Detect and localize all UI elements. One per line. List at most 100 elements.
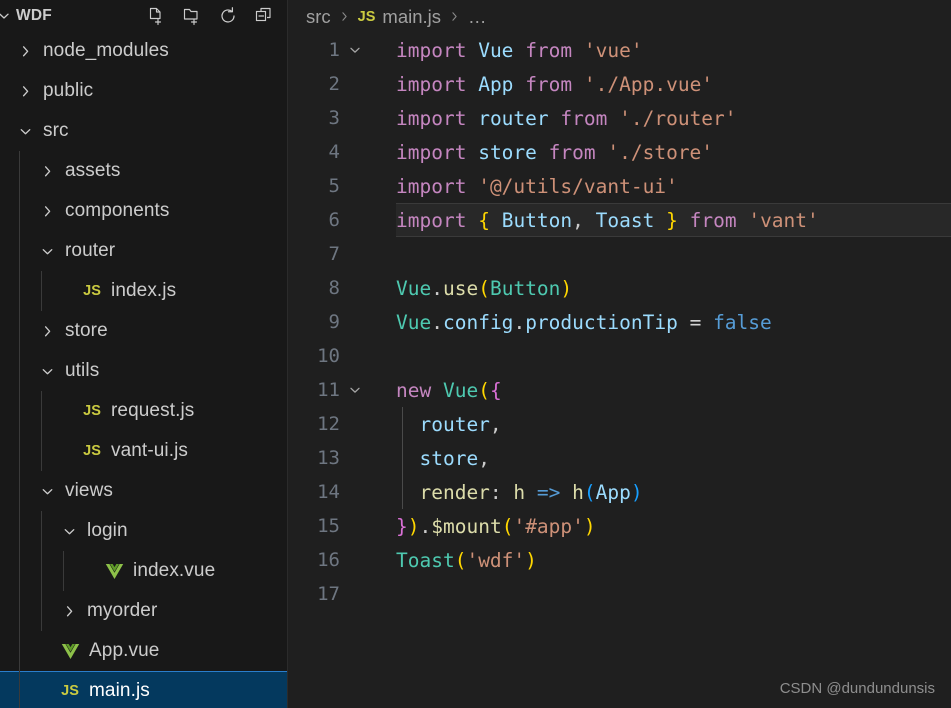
code-token: './router' [619,106,737,130]
tree-item[interactable]: index.vue [0,551,287,591]
tree-item[interactable]: components [0,191,287,231]
code-token: 'vue' [583,38,643,62]
code-token: { [478,208,490,232]
tree-item-label: login [87,520,128,541]
fold-chevron-down-icon[interactable] [340,42,370,58]
fold-chevron-down-icon[interactable] [340,382,370,398]
code-line[interactable]: 17 [288,577,951,611]
code-token: h [513,480,526,504]
code-text: import Vue from 'vue' [370,39,643,62]
tree-item[interactable]: myorder [0,591,287,631]
tree-item-label: assets [65,160,121,181]
code-token: '#app' [513,514,584,538]
code-line[interactable]: 10 [288,339,951,373]
line-number: 17 [317,583,340,605]
chevron-right-icon[interactable] [14,40,36,62]
tree-item[interactable]: assets [0,151,287,191]
new-folder-icon[interactable] [181,5,203,27]
code-token: Button [489,276,561,300]
chevron-right-icon[interactable] [36,200,58,222]
tree-item[interactable]: JS vant-ui.js [0,431,287,471]
code-editor[interactable]: 1 import Vue from 'vue' 2 import App from '… [288,33,951,611]
code-token: router [478,106,549,130]
code-line[interactable]: 16 Toast('wdf') [288,543,951,577]
chevron-right-icon[interactable] [36,320,58,342]
code-token: Toast [595,208,655,232]
tree-item[interactable]: App.vue [0,631,287,671]
code-line[interactable]: 6 import { Button, Toast } from 'vant' [288,203,951,237]
chevron-down-icon[interactable] [36,240,58,262]
code-line[interactable]: 11 new Vue({ [288,373,951,407]
code-line[interactable]: 5 import '@/utils/vant-ui' [288,169,951,203]
vscode-window: WDF node_modules public src assets compo… [0,0,951,708]
breadcrumb[interactable]: src JS main.js… [288,0,951,33]
line-number: 13 [317,447,340,469]
line-number: 6 [328,209,340,231]
chevron-down-icon[interactable] [36,480,58,502]
code-token: import [396,208,467,232]
code-line[interactable]: 3 import router from './router' [288,101,951,135]
tree-item-label: utils [65,360,100,381]
code-token: ( [454,548,467,572]
code-line[interactable]: 8 Vue.use(Button) [288,271,951,305]
chevron-down-icon[interactable] [14,120,36,142]
code-line[interactable]: 14 render: h => h(App) [288,475,951,509]
chevron-right-icon[interactable] [14,80,36,102]
tree-item[interactable]: JS index.js [0,271,287,311]
code-line[interactable]: 9 Vue.config.productionTip = false [288,305,951,339]
js-file-icon: JS [83,403,101,419]
breadcrumb-separator-icon [338,9,351,24]
js-file-icon: JS [83,283,101,299]
chevron-down-icon[interactable] [36,360,58,382]
chevron-down-icon[interactable] [0,8,12,24]
breadcrumb-item[interactable]: src [306,6,331,28]
code-line[interactable]: 13 store, [288,441,951,475]
tree-item[interactable]: node_modules [0,31,287,71]
code-line[interactable]: 2 import App from './App.vue' [288,67,951,101]
line-number: 12 [317,413,340,435]
chevron-down-icon[interactable] [58,520,80,542]
tree-item-selected[interactable]: JS main.js [0,671,287,708]
code-line[interactable]: 4 import store from './store' [288,135,951,169]
code-token: . [419,514,432,538]
line-number: 7 [328,243,340,265]
breadcrumb-item[interactable]: … [468,6,487,28]
tree-item[interactable]: views [0,471,287,511]
tree-item[interactable]: src [0,111,287,151]
code-text: import { Button, Toast } from 'vant' [370,209,819,232]
code-token: Vue [478,38,514,62]
tree-item[interactable]: JS request.js [0,391,287,431]
refresh-icon[interactable] [217,5,239,27]
code-line[interactable]: 1 import Vue from 'vue' [288,33,951,67]
code-line[interactable]: 7 [288,237,951,271]
code-line[interactable]: 15}).$mount('#app') [288,509,951,543]
code-token: , [489,412,502,436]
code-token: '@/utils/vant-ui' [478,174,678,198]
explorer-section-header[interactable]: WDF [0,0,287,31]
chevron-right-icon[interactable] [36,160,58,182]
code-token: ) [583,514,596,538]
tree-item[interactable]: router [0,231,287,271]
tree-item-label: App.vue [89,640,160,661]
tree-item[interactable]: public [0,71,287,111]
code-line[interactable]: 12 router, [288,407,951,441]
code-text: Vue.use(Button) [370,277,572,300]
code-token: , [478,446,490,470]
code-token: . [431,310,443,334]
tree-item[interactable]: utils [0,351,287,391]
tree-item[interactable]: store [0,311,287,351]
code-token: from [560,106,608,130]
new-file-icon[interactable] [145,5,167,27]
chevron-right-icon[interactable] [58,600,80,622]
code-token: Button [501,208,573,232]
breadcrumb-item[interactable]: main.js [382,6,441,28]
collapse-all-icon[interactable] [253,5,275,27]
tree-item[interactable]: login [0,511,287,551]
